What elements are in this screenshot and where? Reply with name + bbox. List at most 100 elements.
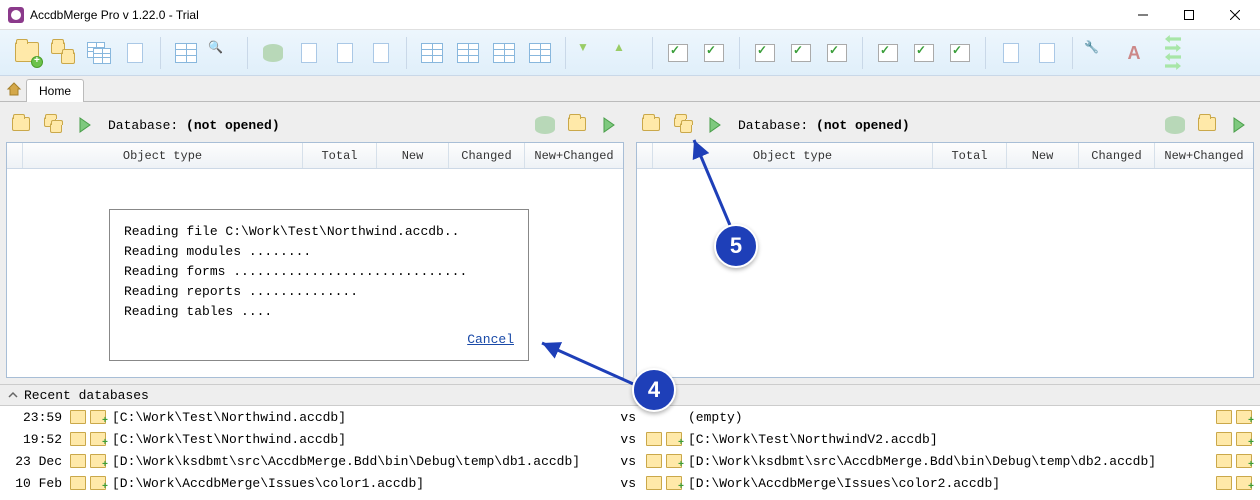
maximize-button[interactable]: [1166, 0, 1212, 30]
open-file-button[interactable]: [10, 35, 44, 71]
folder-add-icon: [666, 476, 682, 490]
vs-label: vs: [620, 410, 636, 425]
col-total[interactable]: Total: [303, 143, 377, 168]
right-play-button[interactable]: [1224, 110, 1254, 140]
table-1-button[interactable]: [415, 35, 449, 71]
col-new[interactable]: New: [377, 143, 449, 168]
export-excel-button[interactable]: [328, 35, 362, 71]
table-3-button[interactable]: [487, 35, 521, 71]
vs-label: vs: [620, 432, 636, 447]
left-run-button[interactable]: [70, 110, 100, 140]
main-toolbar: 🔍 ▼ ▲ 🔧 A: [0, 30, 1260, 76]
minimize-button[interactable]: [1120, 0, 1166, 30]
merge-2-button[interactable]: [784, 35, 818, 71]
progress-line: Reading file C:\Work\Test\Northwind.accd…: [124, 222, 514, 242]
folder-add-icon: [90, 454, 106, 468]
apply-3-button[interactable]: [943, 35, 977, 71]
merge-3-button[interactable]: [820, 35, 854, 71]
col-new[interactable]: New: [1007, 143, 1079, 168]
left-grid: Object type Total New Changed New+Change…: [6, 142, 624, 378]
script-2-button[interactable]: [1030, 35, 1064, 71]
table-2-button[interactable]: [451, 35, 485, 71]
recent-row[interactable]: 23 Dec[D:\Work\ksdbmt\src\AccdbMerge.Bdd…: [0, 450, 1260, 472]
tab-bar: Home: [0, 76, 1260, 102]
recent-header-label: Recent databases: [24, 388, 149, 403]
col-total[interactable]: Total: [933, 143, 1007, 168]
folder-add-icon: [90, 410, 106, 424]
folder-add-icon: [1236, 410, 1252, 424]
query-button[interactable]: [169, 35, 203, 71]
left-open-pair-button[interactable]: [38, 110, 68, 140]
left-refresh-button[interactable]: [530, 110, 560, 140]
progress-line: Reading forms ..........................…: [124, 262, 514, 282]
tab-home[interactable]: Home: [26, 79, 84, 102]
sql-button[interactable]: [118, 35, 152, 71]
help-button[interactable]: A: [1117, 35, 1151, 71]
col-new-changed[interactable]: New+Changed: [525, 143, 623, 168]
folder-icon: [1216, 476, 1232, 490]
recent-left-path: [D:\Work\ksdbmt\src\AccdbMerge.Bdd\bin\D…: [112, 454, 580, 469]
table-4-button[interactable]: [523, 35, 557, 71]
db-refresh-button[interactable]: [256, 35, 290, 71]
progress-line: Reading modules ........: [124, 242, 514, 262]
right-run-button[interactable]: [700, 110, 730, 140]
left-settings-button[interactable]: [562, 110, 592, 140]
right-open-pair-button[interactable]: [668, 110, 698, 140]
recent-time: 10 Feb: [6, 476, 62, 491]
right-settings-button[interactable]: [1192, 110, 1222, 140]
recent-left-path: [C:\Work\Test\Northwind.accdb]: [112, 432, 346, 447]
nav-arrows-button[interactable]: [1161, 35, 1185, 71]
sync-down-button[interactable]: ▼: [574, 35, 608, 71]
right-open-db-button[interactable]: [636, 110, 666, 140]
cancel-link[interactable]: Cancel: [467, 332, 514, 347]
progress-dialog: Reading file C:\Work\Test\Northwind.accd…: [109, 209, 529, 361]
folder-icon: [646, 476, 662, 490]
main-area: Database: (not opened) Object type Total…: [0, 102, 1260, 384]
col-new-changed[interactable]: New+Changed: [1155, 143, 1253, 168]
recent-time: 19:52: [6, 432, 62, 447]
check-2-button[interactable]: [697, 35, 731, 71]
export-button[interactable]: [292, 35, 326, 71]
recent-right-path: [C:\Work\Test\NorthwindV2.accdb]: [688, 432, 938, 447]
col-changed[interactable]: Changed: [1079, 143, 1155, 168]
folder-icon: [70, 410, 86, 424]
col-changed[interactable]: Changed: [449, 143, 525, 168]
recent-row[interactable]: 23:59[C:\Work\Test\Northwind.accdb]vs(em…: [0, 406, 1260, 428]
settings-button[interactable]: 🔧: [1081, 35, 1115, 71]
col-object-type[interactable]: Object type: [23, 143, 303, 168]
annotation-badge-5: 5: [714, 224, 758, 268]
script-1-button[interactable]: [994, 35, 1028, 71]
home-icon: [6, 81, 22, 97]
col-object-type[interactable]: Object type: [653, 143, 933, 168]
recent-header[interactable]: Recent databases: [0, 384, 1260, 406]
folder-add-icon: [1236, 476, 1252, 490]
folder-icon: [70, 454, 86, 468]
recent-left-path: [D:\Work\AccdbMerge\Issues\color1.accdb]: [112, 476, 424, 491]
vs-label: vs: [620, 454, 636, 469]
left-play-button[interactable]: [594, 110, 624, 140]
folder-icon: [1216, 454, 1232, 468]
folder-icon: [646, 432, 662, 446]
open-pair-button[interactable]: [46, 35, 80, 71]
export-text-button[interactable]: [364, 35, 398, 71]
progress-line: Reading tables ....: [124, 302, 514, 322]
apply-2-button[interactable]: [907, 35, 941, 71]
copy-button[interactable]: [82, 35, 116, 71]
find-button[interactable]: 🔍: [205, 35, 239, 71]
recent-row[interactable]: 10 Feb [D:\Work\AccdbMerge\Issues\color1.…: [0, 472, 1260, 494]
window-title: AccdbMerge Pro v 1.22.0 - Trial: [30, 8, 1120, 22]
recent-row[interactable]: 19:52 [C:\Work\Test\Northwind.accdb] vs [C:…: [0, 428, 1260, 450]
right-db-label: Database: (not opened): [738, 118, 910, 133]
left-open-db-button[interactable]: [6, 110, 36, 140]
merge-1-button[interactable]: [748, 35, 782, 71]
recent-time: 23:59: [6, 410, 62, 425]
check-1-button[interactable]: [661, 35, 695, 71]
apply-1-button[interactable]: [871, 35, 905, 71]
sync-up-button[interactable]: ▲: [610, 35, 644, 71]
right-refresh-button[interactable]: [1160, 110, 1190, 140]
folder-add-icon: [90, 432, 106, 446]
recent-right-path: [D:\Work\AccdbMerge\Issues\color2.accdb]: [688, 476, 1000, 491]
recent-right-empty: (empty): [688, 410, 743, 425]
app-icon: [8, 7, 24, 23]
close-button[interactable]: [1212, 0, 1258, 30]
